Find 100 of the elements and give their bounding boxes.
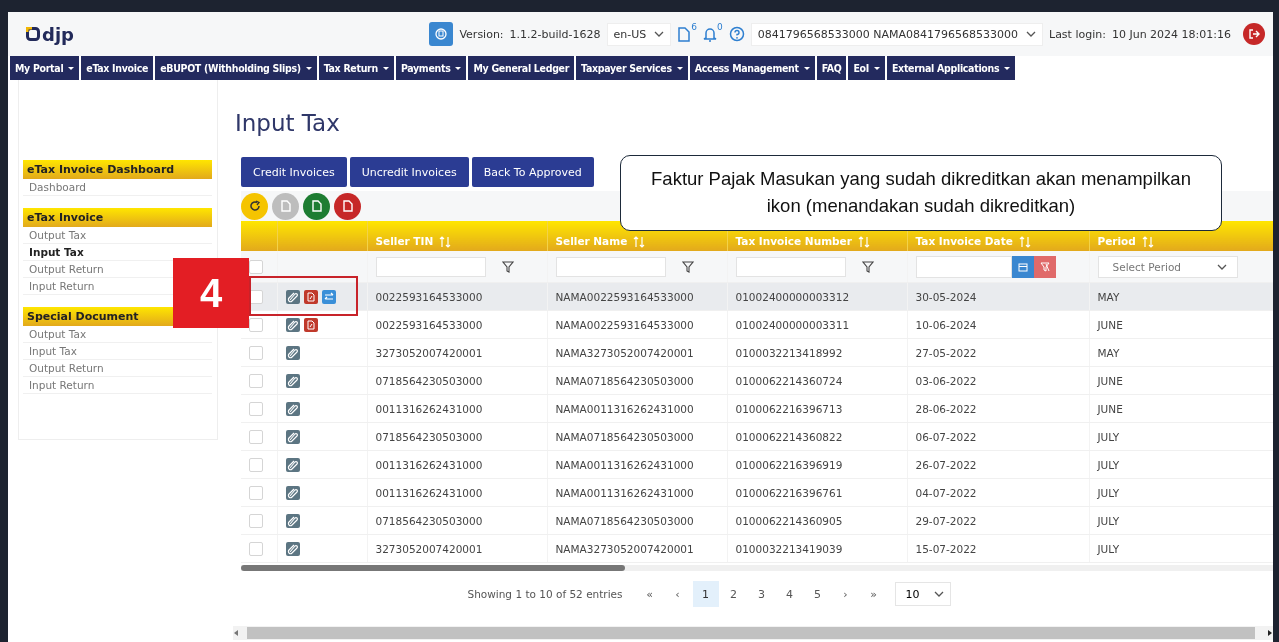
select-all-checkbox[interactable] bbox=[249, 259, 263, 274]
action-button[interactable]: Back To Approved bbox=[471, 157, 594, 187]
action-button[interactable]: Credit Invoices bbox=[241, 157, 347, 187]
nav-menu-item[interactable]: My General Ledger bbox=[468, 56, 575, 80]
page-button[interactable]: 5 bbox=[804, 581, 831, 607]
scroll-left-icon[interactable] bbox=[233, 629, 239, 637]
notification-count: 0 bbox=[717, 22, 723, 32]
export-button[interactable] bbox=[334, 192, 361, 220]
account-select[interactable]: 0841796568533000 NAMA0841796568533000 bbox=[750, 22, 1043, 46]
row-checkbox[interactable] bbox=[249, 513, 263, 528]
nav-menu-item[interactable]: External Applications bbox=[886, 56, 1016, 80]
filter-icon[interactable] bbox=[681, 260, 694, 273]
document-icon bbox=[280, 200, 291, 212]
copy-button[interactable] bbox=[429, 22, 454, 46]
table-row[interactable]: 3273052007420001 NAMA3273052007420001 0100032213418992 27-05-2022 MAY bbox=[241, 338, 1273, 367]
nav-menu-item[interactable]: eBUPOT (Withholding Slips) bbox=[155, 56, 317, 80]
table-cell: 01002400000003312 bbox=[727, 282, 907, 311]
pdf-icon[interactable] bbox=[303, 289, 318, 304]
table-row[interactable]: 0011316262431000 NAMA0011316262431000 0100062216396919 26-07-2022 JULY bbox=[241, 450, 1273, 479]
row-checkbox[interactable] bbox=[249, 485, 263, 500]
logout-button[interactable] bbox=[1243, 23, 1265, 45]
nav-menu-item[interactable]: FAQ bbox=[816, 56, 847, 80]
row-checkbox[interactable] bbox=[249, 345, 263, 360]
chevron-icon bbox=[933, 591, 944, 597]
previous-page-button[interactable]: ‹ bbox=[664, 581, 691, 607]
period-select[interactable]: Select Period bbox=[1097, 255, 1238, 278]
calendar-button[interactable] bbox=[1011, 255, 1034, 278]
sidebar-item[interactable]: Output Return bbox=[23, 261, 110, 277]
action-button[interactable]: Uncredit Invoices bbox=[349, 157, 469, 187]
table-cell: NAMA0022593164533000 bbox=[547, 282, 727, 311]
table-cell: NAMA3273052007420001 bbox=[547, 534, 727, 563]
table-cell: JULY bbox=[1089, 534, 1273, 563]
nav-menu-item[interactable]: My Portal bbox=[10, 56, 80, 80]
table-cell: JULY bbox=[1089, 506, 1273, 535]
filter-icon[interactable] bbox=[501, 260, 514, 273]
filter-field[interactable] bbox=[375, 256, 486, 277]
row-checkbox[interactable] bbox=[249, 401, 263, 416]
scrollbar-thumb[interactable] bbox=[241, 565, 625, 571]
row-checkbox[interactable] bbox=[249, 541, 263, 556]
document-icon bbox=[311, 200, 322, 212]
filter-icon[interactable] bbox=[861, 260, 874, 273]
row-checkbox[interactable] bbox=[249, 317, 263, 332]
refresh-button[interactable] bbox=[241, 192, 268, 220]
sidebar-item[interactable]: Input Return bbox=[23, 377, 101, 393]
table-cell: JULY bbox=[1089, 478, 1273, 507]
scroll-right-icon[interactable] bbox=[1267, 629, 1273, 637]
table-cell: 03-06-2022 bbox=[907, 366, 1089, 395]
help-icon[interactable] bbox=[728, 26, 745, 42]
table-cell: 0718564230503000 bbox=[367, 422, 547, 451]
pdf-icon[interactable] bbox=[303, 317, 318, 332]
row-checkbox[interactable] bbox=[249, 457, 263, 472]
nav-menu-item[interactable]: Taxpayer Services bbox=[576, 56, 688, 80]
next-page-button[interactable]: › bbox=[832, 581, 859, 607]
table-row[interactable]: 0011316262431000 NAMA0011316262431000 0100062216396761 04-07-2022 JULY bbox=[241, 478, 1273, 507]
page-button[interactable]: 2 bbox=[720, 581, 747, 607]
bell-icon[interactable] bbox=[703, 26, 718, 42]
page-size-select[interactable]: 10 bbox=[894, 582, 951, 606]
row-checkbox[interactable] bbox=[249, 373, 263, 388]
table-row[interactable]: 3273052007420001 NAMA3273052007420001 0100032213419039 15-07-2022 JULY bbox=[241, 534, 1273, 563]
page-button[interactable]: 1 bbox=[692, 581, 719, 607]
swap-arrows-icon[interactable] bbox=[321, 289, 336, 304]
filter-field[interactable] bbox=[555, 256, 666, 277]
sidebar-item[interactable]: Input Tax bbox=[23, 244, 90, 260]
language-select[interactable]: en-US bbox=[606, 22, 672, 46]
table-cell: 0100032213418992 bbox=[727, 338, 907, 367]
sidebar-item[interactable]: Output Return bbox=[23, 360, 110, 376]
sidebar-item[interactable]: Output Tax bbox=[23, 326, 93, 342]
first-page-button[interactable]: « bbox=[636, 581, 663, 607]
nav-menu-item[interactable]: Payments bbox=[395, 56, 467, 80]
sidebar-item[interactable]: Input Return bbox=[23, 278, 101, 294]
page-button[interactable]: 3 bbox=[748, 581, 775, 607]
table-row[interactable]: 0718564230503000 NAMA0718564230503000 0100062214360724 03-06-2022 JUNE bbox=[241, 366, 1273, 395]
nav-menu-item[interactable]: Tax Return bbox=[318, 56, 394, 80]
table-row[interactable]: 0011316262431000 NAMA0011316262431000 0100062216396713 28-06-2022 JUNE bbox=[241, 394, 1273, 423]
table-row[interactable]: 0718564230503000 NAMA0718564230503000 0100062214360905 29-07-2022 JULY bbox=[241, 506, 1273, 535]
table-cell: 0011316262431000 bbox=[367, 450, 547, 479]
sidebar-item[interactable]: Input Tax bbox=[23, 343, 83, 359]
nav-menu-item[interactable]: EoI bbox=[848, 56, 885, 80]
document-icon bbox=[342, 200, 353, 212]
sidebar-heading: eTax Invoice bbox=[23, 208, 212, 227]
table-row[interactable]: 0022593164533000 NAMA0022593164533000 01002400000003311 10-06-2024 JUNE bbox=[241, 310, 1273, 339]
table-row[interactable]: 0022593164533000 NAMA0022593164533000 01002400000003312 30-05-2024 MAY bbox=[241, 282, 1273, 311]
nav-menu-item[interactable]: eTax Invoice bbox=[81, 56, 154, 80]
document-icon[interactable] bbox=[677, 26, 692, 42]
clear-filter-button[interactable] bbox=[1033, 255, 1056, 278]
table-cell: 0100062214360822 bbox=[727, 422, 907, 451]
row-checkbox[interactable] bbox=[249, 429, 263, 444]
sidebar-item[interactable]: Output Tax bbox=[23, 227, 93, 243]
sort-icon bbox=[439, 236, 452, 248]
last-page-button[interactable]: » bbox=[860, 581, 887, 607]
table-row[interactable]: 0718564230503000 NAMA0718564230503000 0100062214360822 06-07-2022 JULY bbox=[241, 422, 1273, 451]
filter-field[interactable] bbox=[735, 256, 846, 277]
table-cell: 0100062214360905 bbox=[727, 506, 907, 535]
scrollbar-thumb[interactable] bbox=[247, 627, 1255, 639]
date-field[interactable] bbox=[915, 255, 1012, 278]
export-button[interactable] bbox=[303, 192, 330, 220]
sidebar-item[interactable]: Dashboard bbox=[23, 179, 92, 195]
nav-menu-item[interactable]: Access Management bbox=[689, 56, 815, 80]
table-cell: JUNE bbox=[1089, 310, 1273, 339]
page-button[interactable]: 4 bbox=[776, 581, 803, 607]
